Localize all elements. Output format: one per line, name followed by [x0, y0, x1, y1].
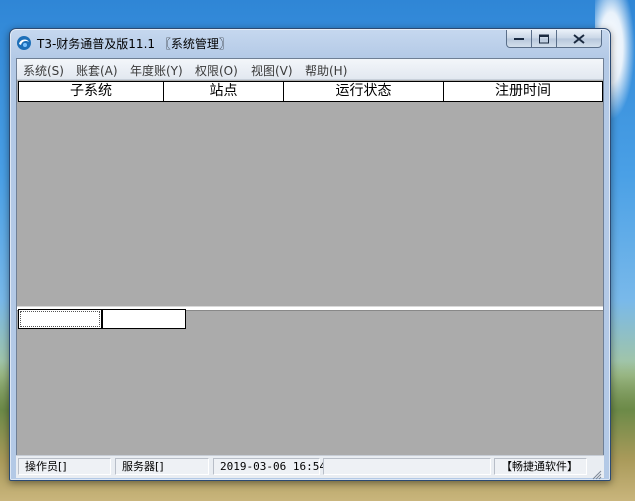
- menu-help[interactable]: 帮助(H): [305, 62, 347, 79]
- menu-year-account[interactable]: 年度账(Y): [130, 62, 183, 79]
- close-icon: [573, 33, 585, 44]
- minimize-icon: [514, 37, 524, 40]
- status-datetime: 2019-03-06 16:54: [213, 458, 326, 475]
- resize-grip-icon[interactable]: [591, 465, 602, 480]
- maximize-button[interactable]: [531, 30, 557, 48]
- menu-system[interactable]: 系统(S): [23, 62, 64, 79]
- menu-permission[interactable]: 权限(O): [195, 62, 238, 79]
- window-title: T3-财务通普及版11.1 〖系统管理〗: [37, 37, 231, 51]
- status-server: 服务器[]: [115, 458, 209, 475]
- menu-bar: 系统(S) 账套(A) 年度账(Y) 权限(O) 视图(V) 帮助(H): [17, 59, 603, 80]
- status-empty-panel: [323, 458, 491, 475]
- column-header-site[interactable]: 站点: [164, 82, 284, 101]
- column-header-status[interactable]: 运行状态: [284, 82, 444, 101]
- close-button[interactable]: [556, 30, 602, 48]
- menu-account-set[interactable]: 账套(A): [76, 62, 118, 79]
- swirl-logo-icon: [16, 35, 32, 51]
- column-header-register-time[interactable]: 注册时间: [444, 82, 602, 101]
- lower-grid-cell-selected[interactable]: [18, 309, 102, 329]
- title-bar[interactable]: T3-财务通普及版11.1 〖系统管理〗: [10, 29, 610, 57]
- menu-view[interactable]: 视图(V): [251, 62, 293, 79]
- grid-header: 子系统 站点 运行状态 注册时间: [18, 81, 603, 102]
- status-bar: 操作员[] 服务器[] 2019-03-06 16:54 【畅捷通软件】: [16, 455, 604, 480]
- app-window: T3-财务通普及版11.1 〖系统管理〗 系统(S) 账套(A) 年度账(Y) …: [9, 28, 611, 481]
- client-area: 系统(S) 账套(A) 年度账(Y) 权限(O) 视图(V) 帮助(H) 子系统…: [16, 58, 604, 474]
- column-header-subsystem[interactable]: 子系统: [19, 82, 164, 101]
- status-vendor: 【畅捷通软件】: [494, 458, 587, 475]
- status-operator: 操作员[]: [18, 458, 111, 475]
- lower-grid-cell[interactable]: [102, 309, 186, 329]
- maximize-icon: [539, 34, 549, 43]
- minimize-button[interactable]: [506, 30, 532, 48]
